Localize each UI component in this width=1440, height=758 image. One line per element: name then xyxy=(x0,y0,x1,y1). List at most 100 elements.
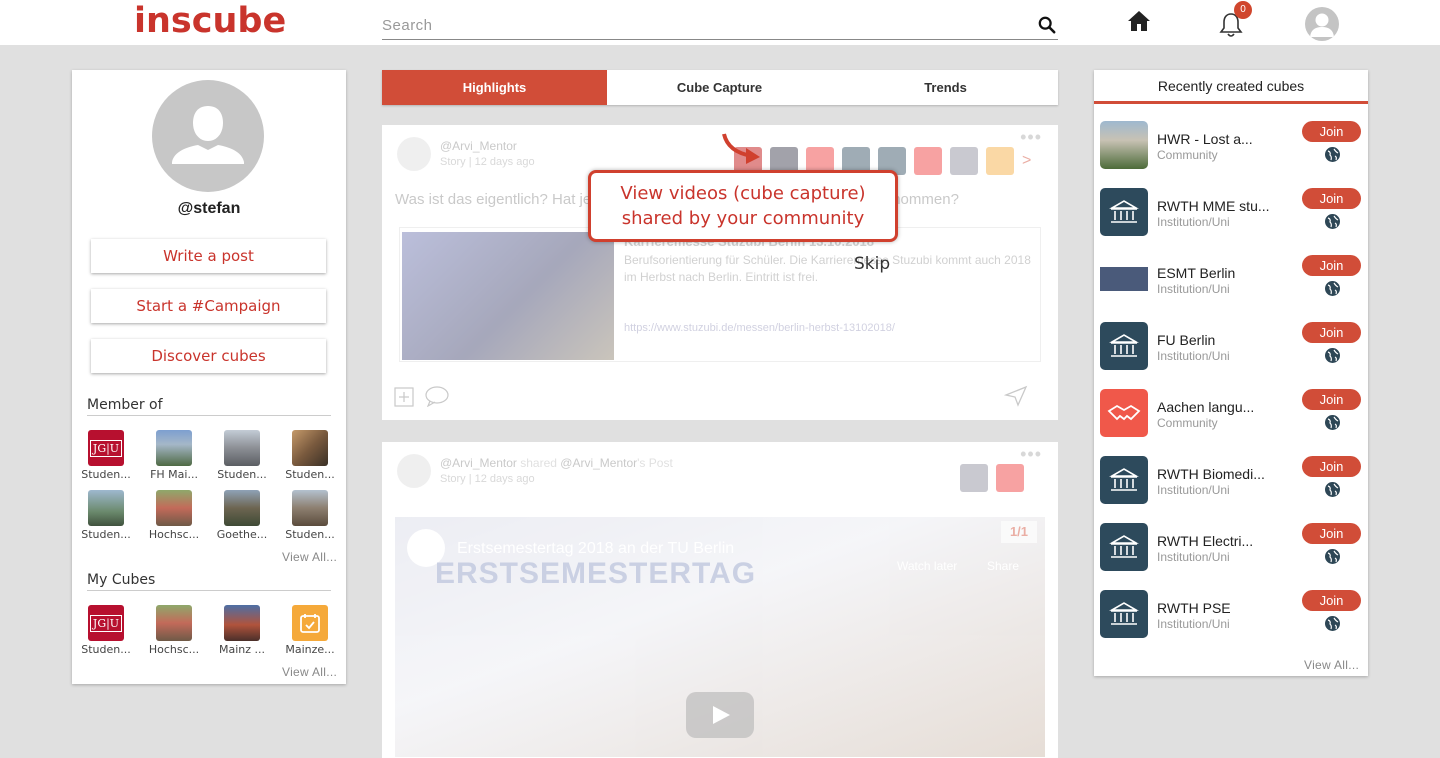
recent-cube-item[interactable]: Aachen langu... Community Join xyxy=(1094,389,1368,449)
building-photo xyxy=(224,605,260,641)
member-cube[interactable]: FH Mai... xyxy=(144,430,204,481)
avatar-placeholder-icon xyxy=(1310,13,1334,37)
cube-icon[interactable] xyxy=(914,147,942,175)
send-icon[interactable] xyxy=(1004,385,1028,407)
building-photo xyxy=(292,490,328,526)
member-cube[interactable]: Studen... xyxy=(212,430,272,481)
post-author-avatar[interactable] xyxy=(397,454,431,488)
globe-icon xyxy=(1325,281,1340,296)
handshake-icon xyxy=(1100,389,1148,437)
member-cube[interactable]: JG|U Studen... xyxy=(76,430,136,481)
tooltip-line-1: View videos (cube capture) xyxy=(620,183,866,204)
add-icon[interactable] xyxy=(394,387,414,407)
start-campaign-button[interactable]: Start a #Campaign xyxy=(91,289,326,323)
join-button[interactable]: Join xyxy=(1302,590,1361,611)
recent-cube-item[interactable]: ESMT Berlin Institution/Uni Join xyxy=(1094,255,1368,315)
my-cube[interactable]: JG|U Studen... xyxy=(76,605,136,656)
recent-cube-item[interactable]: RWTH MME stu... Institution/Uni Join xyxy=(1094,188,1368,248)
post-author[interactable]: @Arvi_Mentor xyxy=(440,139,517,153)
play-button[interactable] xyxy=(686,692,754,738)
post-author-line: @Arvi_Mentor shared @Arvi_Mentor's Post xyxy=(440,456,673,470)
my-cubes-view-all-link[interactable]: View All... xyxy=(282,665,337,679)
recent-cubes-title: Recently created cubes xyxy=(1094,70,1368,104)
join-button[interactable]: Join xyxy=(1302,456,1361,477)
skip-tour-button[interactable]: Skip xyxy=(854,254,890,274)
join-button[interactable]: Join xyxy=(1302,255,1361,276)
inscube-logo[interactable]: inscube xyxy=(134,0,286,42)
jgu-logo: JG|U xyxy=(88,605,124,641)
join-button[interactable]: Join xyxy=(1302,322,1361,343)
institution-icon xyxy=(1100,322,1148,370)
discover-cubes-button[interactable]: Discover cubes xyxy=(91,339,326,373)
tab-cube-capture[interactable]: Cube Capture xyxy=(607,70,832,105)
join-button[interactable]: Join xyxy=(1302,188,1361,209)
globe-icon xyxy=(1325,549,1340,564)
recent-view-all-link[interactable]: View All... xyxy=(1304,658,1359,672)
notification-badge: 0 xyxy=(1234,1,1252,19)
tab-highlights[interactable]: Highlights xyxy=(382,70,607,105)
my-cube[interactable]: Hochsc... xyxy=(144,605,204,656)
user-avatar[interactable] xyxy=(1305,7,1339,41)
member-cube[interactable]: Goethe... xyxy=(212,490,272,541)
my-cubes-title: My Cubes xyxy=(87,572,331,591)
my-cube[interactable]: Mainz ... xyxy=(212,605,272,656)
institution-icon xyxy=(1100,456,1148,504)
post-meta: Story | 12 days ago xyxy=(440,156,535,168)
tooltip-arrow-icon xyxy=(722,133,760,164)
member-view-all-link[interactable]: View All... xyxy=(282,550,337,564)
post-menu-icon[interactable]: ••• xyxy=(1020,444,1042,465)
recent-cube-item[interactable]: RWTH PSE Institution/Uni Join xyxy=(1094,590,1368,650)
join-button[interactable]: Join xyxy=(1302,121,1361,142)
username: @stefan xyxy=(177,200,241,217)
cube-icon[interactable] xyxy=(960,464,988,492)
recent-cube-item[interactable]: RWTH Electri... Institution/Uni Join xyxy=(1094,523,1368,583)
tooltip-line-2: shared by your community xyxy=(621,208,865,229)
cube-icon[interactable] xyxy=(950,147,978,175)
building-photo xyxy=(224,490,260,526)
profile-avatar[interactable] xyxy=(152,80,264,192)
calendar-icon xyxy=(292,605,328,641)
chevron-right-icon[interactable]: > xyxy=(1022,147,1036,175)
member-cube[interactable]: Studen... xyxy=(280,430,340,481)
comment-icon[interactable] xyxy=(424,385,450,407)
building-photo xyxy=(156,490,192,526)
globe-icon xyxy=(1325,482,1340,497)
home-icon[interactable] xyxy=(1127,10,1151,32)
write-post-button[interactable]: Write a post xyxy=(91,239,326,273)
building-photo xyxy=(224,430,260,466)
recent-cube-item[interactable]: RWTH Biomedi... Institution/Uni Join xyxy=(1094,456,1368,516)
member-cube[interactable]: Hochsc... xyxy=(144,490,204,541)
link-preview-card[interactable]: Karrieremesse Stuzubi Berlin 13.10.2018 … xyxy=(399,227,1041,362)
join-button[interactable]: Join xyxy=(1302,523,1361,544)
my-cube[interactable]: Mainze... xyxy=(280,605,340,656)
link-url[interactable]: https://www.stuzubi.de/messen/berlin-her… xyxy=(624,322,895,334)
tab-trends[interactable]: Trends xyxy=(833,70,1058,105)
video-banner-text: ERSTSEMESTERTAG xyxy=(435,557,757,590)
building-photo xyxy=(156,430,192,466)
join-button[interactable]: Join xyxy=(1302,389,1361,410)
media-counter: 1/1 xyxy=(1001,521,1037,543)
jgu-logo: JG|U xyxy=(88,430,124,466)
post-author-avatar[interactable] xyxy=(397,137,431,171)
link-description: Berufsorientierung für Schüler. Die Karr… xyxy=(624,253,1031,284)
post-menu-icon[interactable]: ••• xyxy=(1020,127,1042,148)
recent-cube-item[interactable]: FU Berlin Institution/Uni Join xyxy=(1094,322,1368,382)
watch-later-label[interactable]: Watch later xyxy=(897,559,957,573)
profile-panel: @stefan Write a post Start a #Campaign D… xyxy=(72,70,346,684)
video-player[interactable]: Erstsemestertag 2018 an der TU Berlin ER… xyxy=(395,517,1045,757)
member-cube[interactable]: Studen... xyxy=(280,490,340,541)
recent-cube-item[interactable]: HWR - Lost a... Community Join xyxy=(1094,121,1368,181)
recent-cubes-panel: Recently created cubes HWR - Lost a... C… xyxy=(1094,70,1368,676)
share-label[interactable]: Share xyxy=(987,559,1019,573)
search-icon[interactable] xyxy=(1038,16,1056,34)
cube-icon[interactable] xyxy=(996,464,1024,492)
globe-icon xyxy=(1325,214,1340,229)
member-of-title: Member of xyxy=(87,397,331,416)
building-photo xyxy=(1100,121,1148,169)
member-cube[interactable]: Studen... xyxy=(76,490,136,541)
search-input[interactable] xyxy=(382,12,1022,39)
institution-icon xyxy=(1100,523,1148,571)
cube-icon[interactable] xyxy=(986,147,1014,175)
video-title[interactable]: Erstsemestertag 2018 an der TU Berlin xyxy=(457,540,734,558)
institution-icon xyxy=(1100,590,1148,638)
